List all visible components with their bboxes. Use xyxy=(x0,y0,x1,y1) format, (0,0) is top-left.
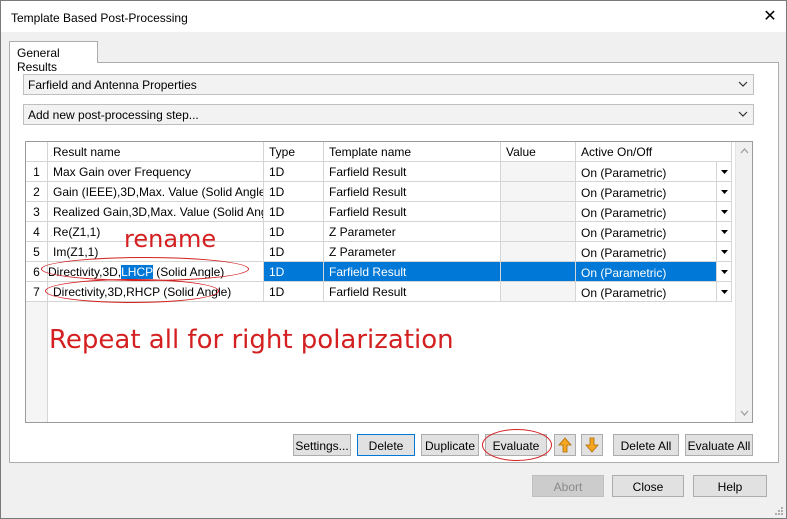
row-header-gutter xyxy=(26,302,48,422)
template-cell[interactable]: Z Parameter xyxy=(324,242,501,262)
annotation-ellipse-lhcp xyxy=(41,257,249,281)
chevron-down-icon xyxy=(738,81,748,87)
type-cell[interactable]: 1D xyxy=(264,162,324,182)
value-cell xyxy=(501,242,576,262)
value-cell xyxy=(501,262,576,282)
active-dropdown[interactable]: On (Parametric) xyxy=(576,162,732,182)
dropdown-arrow-icon[interactable] xyxy=(716,182,731,201)
dropdown-arrow-icon[interactable] xyxy=(716,162,731,181)
add-step-value: Add new post-processing step... xyxy=(28,108,199,122)
dropdown-arrow-icon[interactable] xyxy=(716,222,731,241)
move-down-button[interactable] xyxy=(581,434,603,456)
template-cell[interactable]: Farfield Result xyxy=(324,262,501,282)
result-name-cell[interactable]: Max Gain over Frequency xyxy=(48,162,264,182)
corner-header xyxy=(26,142,48,162)
column-header-value[interactable]: Value xyxy=(501,142,576,162)
dropdown-arrow-icon[interactable] xyxy=(716,202,731,221)
type-cell[interactable]: 1D xyxy=(264,262,324,282)
template-cell[interactable]: Farfield Result xyxy=(324,182,501,202)
template-cell[interactable]: Farfield Result xyxy=(324,282,501,302)
add-step-combo[interactable]: Add new post-processing step... xyxy=(23,104,754,125)
close-button[interactable]: Close xyxy=(612,475,684,497)
template-group-value: Farfield and Antenna Properties xyxy=(28,78,197,92)
dropdown-arrow-icon[interactable] xyxy=(716,242,731,261)
active-dropdown[interactable]: On (Parametric) xyxy=(576,182,732,202)
scroll-down-icon[interactable] xyxy=(740,410,749,416)
active-value: On (Parametric) xyxy=(581,286,667,300)
close-icon[interactable]: ✕ xyxy=(760,7,780,27)
help-button[interactable]: Help xyxy=(693,475,767,497)
type-cell[interactable]: 1D xyxy=(264,282,324,302)
title-bar: Template Based Post-Processing ✕ xyxy=(1,1,786,32)
value-cell xyxy=(501,282,576,302)
row-number[interactable]: 2 xyxy=(26,182,48,202)
active-value: On (Parametric) xyxy=(581,266,667,280)
row-number[interactable]: 1 xyxy=(26,162,48,182)
arrow-down-icon xyxy=(585,437,599,453)
column-header-result-name[interactable]: Result name xyxy=(48,142,264,162)
type-cell[interactable]: 1D xyxy=(264,202,324,222)
resize-grip-icon[interactable] xyxy=(774,506,784,516)
active-dropdown[interactable]: On (Parametric) xyxy=(576,282,732,302)
delete-all-button[interactable]: Delete All xyxy=(613,434,679,456)
active-value: On (Parametric) xyxy=(581,246,667,260)
row-number[interactable]: 4 xyxy=(26,222,48,242)
template-cell[interactable]: Farfield Result xyxy=(324,202,501,222)
template-group-combo[interactable]: Farfield and Antenna Properties xyxy=(23,74,754,95)
column-header-template-name[interactable]: Template name xyxy=(324,142,501,162)
annotation-rename: rename xyxy=(124,225,217,253)
chevron-down-icon xyxy=(738,111,748,117)
scroll-up-icon[interactable] xyxy=(740,148,749,154)
result-name-cell[interactable]: Gain (IEEE),3D,Max. Value (Solid Angle) xyxy=(48,182,264,202)
row-number[interactable]: 3 xyxy=(26,202,48,222)
move-up-button[interactable] xyxy=(554,434,576,456)
type-cell[interactable]: 1D xyxy=(264,182,324,202)
window-title: Template Based Post-Processing xyxy=(11,11,188,25)
result-name-cell[interactable]: Realized Gain,3D,Max. Value (Solid Angle… xyxy=(48,202,264,222)
type-cell[interactable]: 1D xyxy=(264,222,324,242)
abort-button[interactable]: Abort xyxy=(532,475,604,497)
template-cell[interactable]: Farfield Result xyxy=(324,162,501,182)
active-dropdown[interactable]: On (Parametric) xyxy=(576,202,732,222)
annotation-ellipse-rhcp xyxy=(45,279,219,303)
value-cell xyxy=(501,182,576,202)
value-cell xyxy=(501,162,576,182)
column-header-type[interactable]: Type xyxy=(264,142,324,162)
template-cell[interactable]: Z Parameter xyxy=(324,222,501,242)
type-cell[interactable]: 1D xyxy=(264,242,324,262)
active-dropdown[interactable]: On (Parametric) xyxy=(576,242,732,262)
dialog-window: Template Based Post-Processing ✕ General… xyxy=(0,0,787,519)
value-cell xyxy=(501,222,576,242)
settings-button[interactable]: Settings... xyxy=(293,434,351,456)
delete-button[interactable]: Delete xyxy=(357,434,415,456)
annotation-ellipse-evaluate xyxy=(482,429,552,461)
evaluate-all-button[interactable]: Evaluate All xyxy=(685,434,753,456)
active-value: On (Parametric) xyxy=(581,206,667,220)
column-header-active[interactable]: Active On/Off xyxy=(576,142,732,162)
dropdown-arrow-icon[interactable] xyxy=(716,262,731,281)
table-vertical-scrollbar[interactable] xyxy=(735,142,752,422)
row-number[interactable]: 5 xyxy=(26,242,48,262)
value-cell xyxy=(501,202,576,222)
duplicate-button[interactable]: Duplicate xyxy=(421,434,479,456)
active-value: On (Parametric) xyxy=(581,226,667,240)
dropdown-arrow-icon[interactable] xyxy=(716,282,731,301)
tab-general-results[interactable]: General Results xyxy=(9,41,98,74)
active-value: On (Parametric) xyxy=(581,186,667,200)
annotation-repeat: Repeat all for right polarization xyxy=(49,325,454,355)
active-dropdown[interactable]: On (Parametric) xyxy=(576,222,732,242)
arrow-up-icon xyxy=(558,437,572,453)
active-value: On (Parametric) xyxy=(581,166,667,180)
active-dropdown[interactable]: On (Parametric) xyxy=(576,262,732,282)
